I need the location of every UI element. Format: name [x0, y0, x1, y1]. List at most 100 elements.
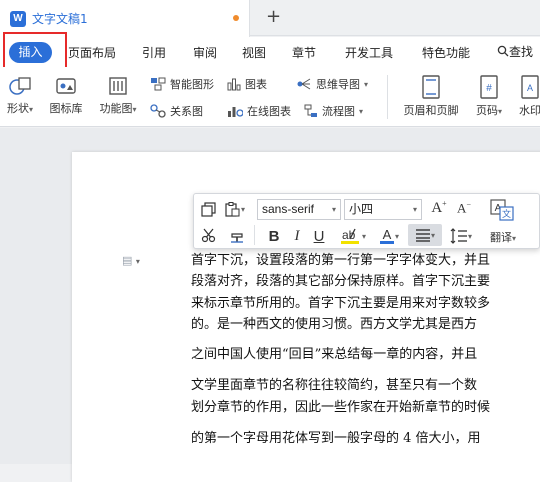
svg-text:A: A	[527, 83, 533, 93]
document-text-line[interactable]: 段落对齐，段落的其它部分保持原样。首字下沉主要	[191, 270, 490, 289]
translate-label[interactable]: 翻译▾	[490, 229, 516, 245]
tab-sections[interactable]: 章节	[292, 44, 316, 61]
mind-map-button[interactable]: 思维导图 ▾	[296, 76, 368, 92]
document-text-line[interactable]: 首字下沉，设置段落的第一行第一字字体变大，并且	[191, 249, 490, 268]
function-chart-label: 功能图	[99, 102, 133, 115]
shapes-label: 形状	[6, 102, 29, 115]
insert-tab-highlight-box	[3, 32, 67, 72]
translate-text: 翻译	[490, 231, 512, 244]
decrease-font-icon: A−	[457, 199, 471, 216]
document-text-line[interactable]: 之间中国人使用“回目”来总结每一章的内容，并且	[191, 343, 477, 362]
format-painter-button[interactable]	[227, 226, 247, 244]
underline-icon: U	[313, 227, 325, 245]
watermark-icon: A	[521, 75, 539, 99]
increase-font-size-button[interactable]: A+	[429, 198, 449, 218]
flowchart-icon	[304, 104, 317, 117]
tab-developer[interactable]: 开发工具	[345, 44, 393, 61]
font-color-button[interactable]: A ▾	[374, 226, 404, 246]
underline-button[interactable]: U	[310, 226, 328, 246]
function-chart-icon	[109, 77, 127, 95]
line-spacing-button[interactable]: ▾	[446, 226, 476, 246]
decrease-font-size-button[interactable]: A−	[454, 198, 474, 218]
smart-graphic-label: 智能图形	[170, 78, 214, 91]
header-footer-label: 页眉和页脚	[403, 104, 459, 117]
line-spacing-icon	[450, 228, 467, 244]
paste-button[interactable]: ▾	[223, 200, 247, 218]
icon-library-button[interactable]: 图标库	[46, 75, 86, 116]
header-footer-icon	[422, 75, 440, 99]
chevron-down-icon: ▾	[331, 205, 336, 214]
chart-icon	[227, 78, 241, 91]
tab-view[interactable]: 视图	[242, 44, 266, 61]
relation-map-button[interactable]: 关系图	[150, 103, 203, 119]
paragraph-align-button[interactable]: ▾	[408, 224, 442, 246]
paragraph-handle-icon[interactable]: ▤ ▾	[122, 254, 140, 267]
font-color-icon: A	[379, 227, 394, 244]
tab-references[interactable]: 引用	[142, 44, 166, 61]
online-chart-button[interactable]: 在线图表	[227, 103, 291, 119]
toolbar-divider	[387, 75, 388, 119]
page-number-icon: #	[480, 75, 498, 99]
page-number-label: 页码	[475, 104, 498, 117]
italic-button[interactable]: I	[288, 226, 306, 246]
tab-layout[interactable]: 页面布局	[68, 44, 116, 61]
align-justify-icon	[415, 229, 430, 242]
watermark-button[interactable]: A 水印	[514, 75, 540, 118]
document-text-line[interactable]: 的。是一种西文的使用习惯。西方文学尤其是西方	[191, 313, 477, 332]
watermark-label: 水印	[519, 104, 540, 117]
insert-toolbar: 形状▾ 图标库 功能图▾ 智能图形 图表 思维导图 ▾ 关系图 在线图表 流程图 ▾…	[0, 67, 540, 127]
chevron-down-icon: ▾	[412, 205, 417, 214]
floating-format-toolbar: ▾ sans-serif ▾ 小四 ▾ A+ A− A文 B I U ab ▾ A ▾ …	[193, 193, 540, 249]
tab-features[interactable]: 特色功能	[422, 44, 470, 61]
copy-button[interactable]	[199, 200, 217, 218]
svg-text:A: A	[383, 227, 392, 242]
tab-review[interactable]: 审阅	[193, 44, 217, 61]
shapes-button[interactable]: 形状▾	[2, 75, 38, 116]
search-button[interactable]: 查找	[497, 43, 533, 60]
shapes-icon	[9, 77, 31, 95]
document-text-line[interactable]: 文学里面章节的名称往往较简约，甚至只有一个数	[191, 374, 477, 393]
svg-text:文: 文	[502, 208, 511, 220]
icon-library-icon	[56, 78, 76, 94]
relation-map-icon	[150, 104, 166, 118]
smart-graphic-icon	[151, 77, 166, 91]
online-chart-icon	[228, 107, 243, 117]
copy-icon	[200, 201, 216, 217]
chart-label: 图表	[245, 78, 267, 91]
document-text-line[interactable]: 来标示章节所用的。首字下沉主要是用来对字数较多	[191, 292, 490, 311]
scissors-icon	[201, 228, 215, 242]
mind-map-icon	[297, 78, 311, 90]
icon-library-label: 图标库	[49, 102, 83, 115]
font-size-value: 小四	[349, 202, 374, 216]
font-size-select[interactable]: 小四 ▾	[344, 199, 422, 220]
bold-button[interactable]: B	[265, 226, 283, 246]
flowchart-label: 流程图	[322, 105, 355, 118]
font-family-value: sans-serif	[262, 202, 315, 216]
cut-button[interactable]	[199, 226, 217, 244]
highlight-button[interactable]: ab ▾	[338, 226, 368, 246]
font-family-select[interactable]: sans-serif ▾	[257, 199, 341, 220]
function-chart-button[interactable]: 功能图▾	[94, 75, 142, 116]
document-text-line[interactable]: 划分章节的作用，因此一些作家在开始新章节的时候	[191, 396, 490, 415]
increase-font-icon: A+	[431, 199, 447, 216]
header-footer-button[interactable]: 页眉和页脚	[398, 75, 464, 118]
new-tab-button[interactable]: +	[266, 6, 281, 28]
highlighter-icon: ab	[340, 228, 359, 244]
format-painter-icon	[231, 232, 243, 243]
document-text-line[interactable]: 的第一个字母用花体写到一般字母的 4 倍大小，用	[191, 427, 481, 446]
ribbon-tab-bar: 页面布局 引用 审阅 视图 章节 开发工具 特色功能	[0, 37, 540, 67]
smart-graphic-button[interactable]: 智能图形	[150, 76, 214, 92]
chart-button[interactable]: 图表	[227, 76, 267, 92]
paste-icon	[225, 201, 240, 217]
flowchart-button[interactable]: 流程图 ▾	[304, 103, 363, 119]
page-number-button[interactable]: # 页码▾	[470, 75, 508, 118]
wps-writer-logo-icon: W	[10, 11, 26, 27]
mini-toolbar-divider	[254, 225, 255, 245]
mind-map-label: 思维导图	[316, 78, 360, 91]
translate-button[interactable]: A文	[489, 198, 515, 222]
unsaved-indicator-icon	[233, 15, 239, 21]
bold-icon: B	[268, 227, 280, 245]
svg-text:#: #	[486, 83, 492, 94]
svg-text:ab: ab	[342, 228, 356, 242]
relation-map-label: 关系图	[170, 105, 203, 118]
